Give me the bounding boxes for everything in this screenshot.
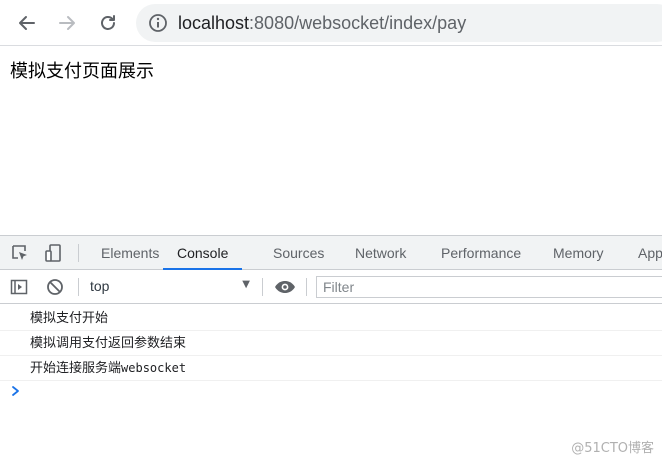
inspect-element-icon[interactable] (10, 243, 30, 263)
clear-console-icon[interactable] (46, 278, 64, 296)
dropdown-arrow-icon: ▼ (242, 279, 250, 290)
console-log-text: 模拟调用支付返回参数结束 (30, 336, 187, 351)
tab-console[interactable]: Console (163, 236, 243, 270)
url-path: :8080/websocket/index/pay (249, 13, 467, 33)
devtools-panel: Elements Console Sources Network Perform… (0, 235, 662, 466)
context-selector[interactable]: top ▼ (84, 275, 256, 299)
tab-memory[interactable]: Memory (553, 236, 604, 270)
arrow-left-icon (19, 16, 35, 30)
tab-sources[interactable]: Sources (273, 236, 324, 270)
tab-divider (78, 244, 79, 262)
page-title: 模拟支付页面展示 (10, 61, 154, 82)
toolbar-divider (262, 278, 263, 296)
console-output: 模拟支付开始 模拟调用支付返回参数结束 开始连接服务端websocket (0, 304, 662, 466)
reload-button[interactable] (93, 8, 123, 38)
filter-input[interactable] (316, 276, 662, 298)
toolbar-divider (306, 278, 307, 296)
tab-elements[interactable]: Elements (101, 236, 159, 270)
console-prompt-icon[interactable] (10, 385, 22, 397)
browser-toolbar: localhost:8080/websocket/index/pay (0, 0, 662, 46)
log-text-part: 开始连接服务端 (30, 361, 122, 376)
context-label: top (90, 278, 110, 294)
device-toolbar-icon[interactable] (44, 243, 64, 263)
url-host: localhost (178, 13, 250, 33)
tab-application[interactable]: App (638, 236, 662, 270)
toolbar-divider (78, 278, 79, 296)
console-log-row: 模拟调用支付返回参数结束 (0, 331, 662, 356)
eye-icon[interactable] (274, 278, 296, 296)
log-text-mono: websocket (121, 361, 187, 375)
console-log-row: 开始连接服务端websocket (0, 356, 662, 381)
forward-button[interactable] (52, 8, 82, 38)
watermark: @51CTO博客 (571, 441, 654, 456)
show-sidebar-icon[interactable] (10, 278, 28, 296)
console-log-text: 模拟支付开始 (30, 311, 109, 326)
console-toolbar: top ▼ (0, 270, 662, 304)
tab-performance[interactable]: Performance (441, 236, 521, 270)
address-bar[interactable]: localhost:8080/websocket/index/pay (136, 4, 662, 42)
tab-network[interactable]: Network (355, 236, 406, 270)
console-log-text: 开始连接服务端websocket (30, 360, 186, 377)
url-text[interactable]: localhost:8080/websocket/index/pay (178, 12, 466, 34)
reload-icon (101, 15, 115, 30)
console-log-row: 模拟支付开始 (0, 306, 662, 331)
page-content: 模拟支付页面展示 (0, 47, 662, 235)
back-button[interactable] (12, 8, 42, 38)
info-icon[interactable] (148, 13, 168, 33)
arrow-right-icon (59, 16, 75, 30)
devtools-tab-bar: Elements Console Sources Network Perform… (0, 236, 662, 270)
